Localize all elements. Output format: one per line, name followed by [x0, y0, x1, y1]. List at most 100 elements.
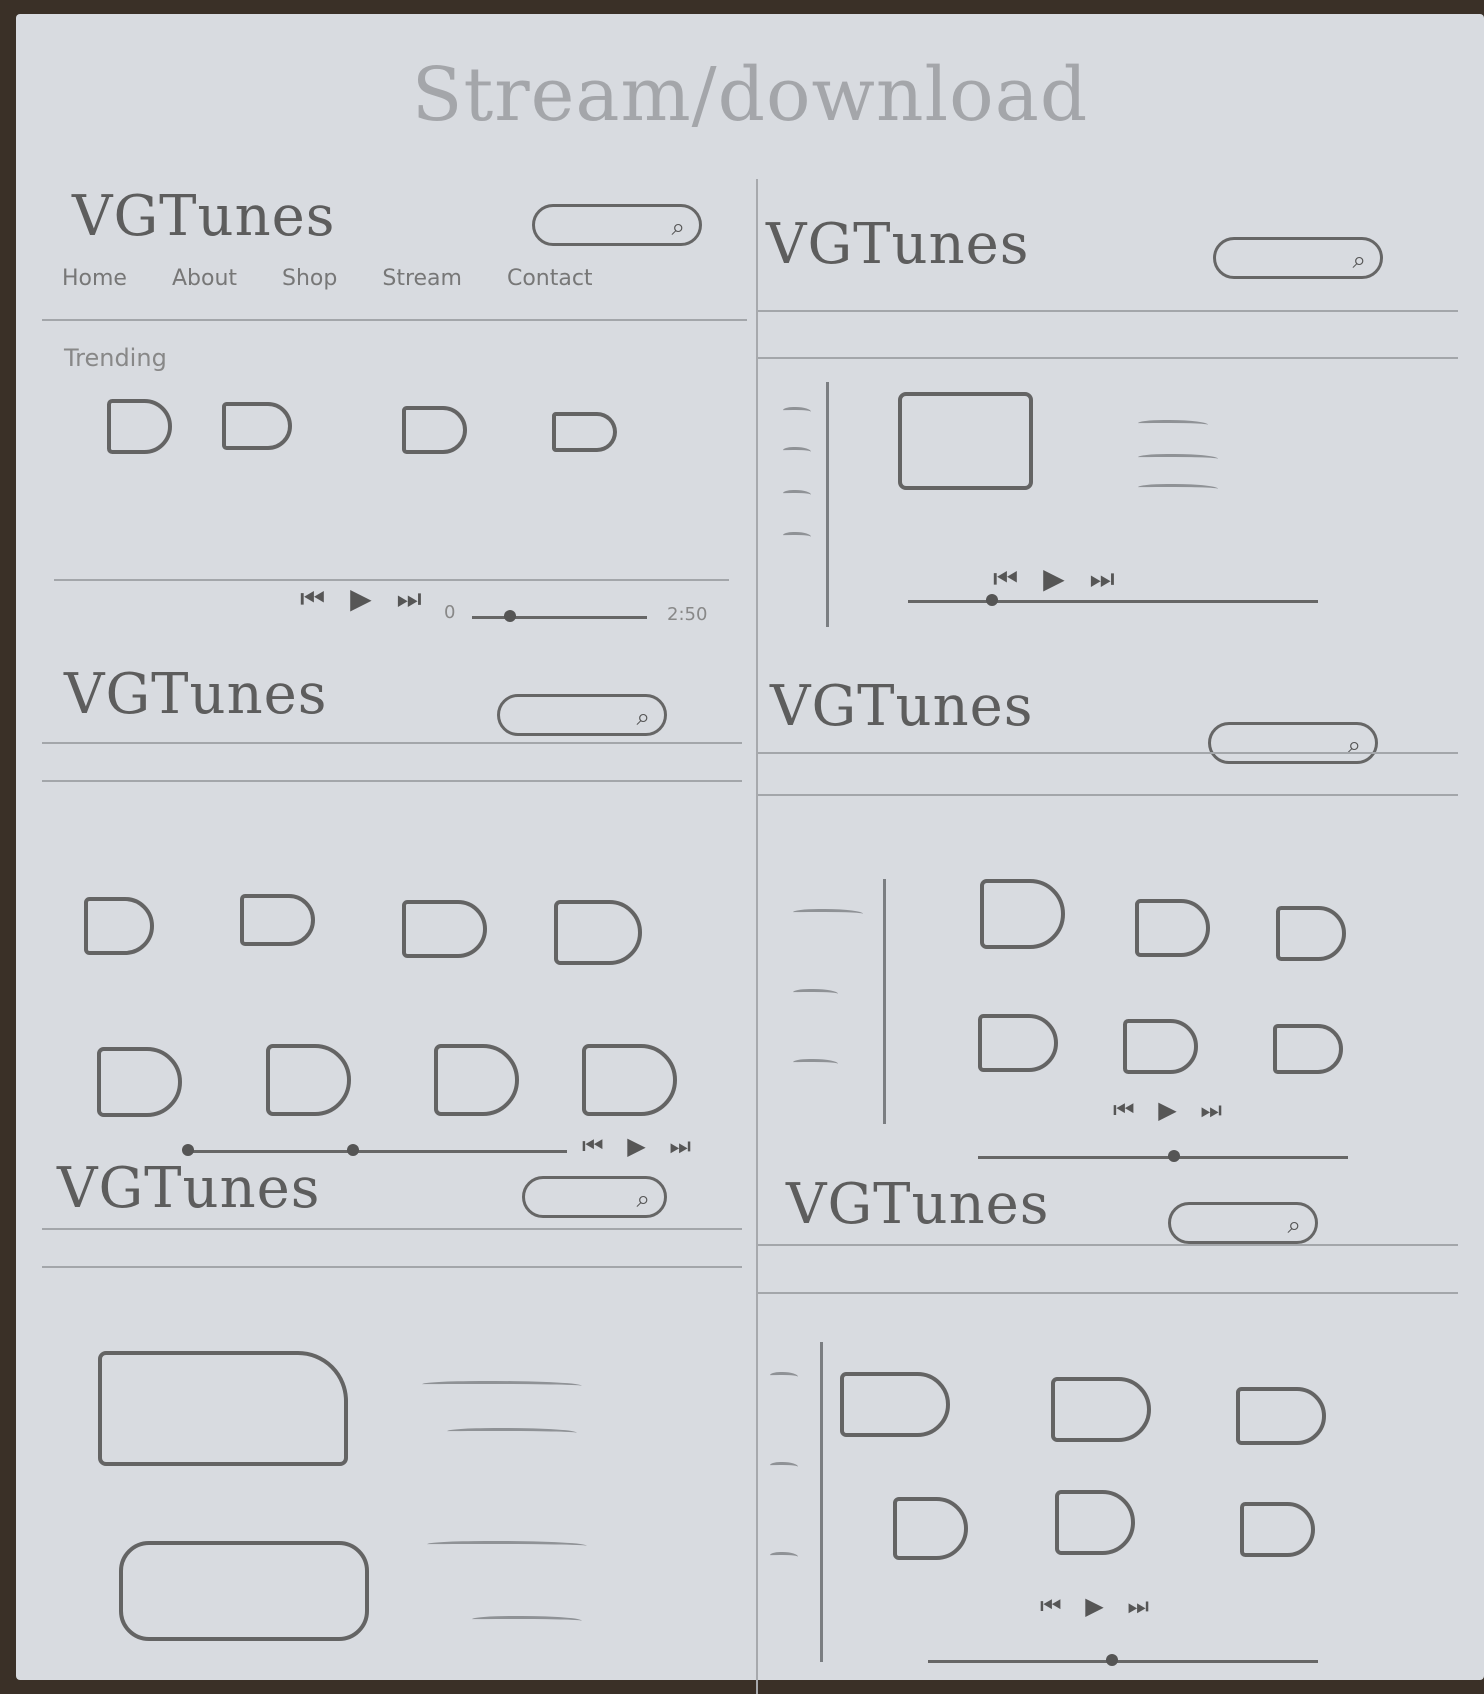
- wireframe-stream-panel: VGTunes ⌕ ⏮ ▶ ⏭: [758, 192, 1458, 647]
- sidebar-item[interactable]: [770, 1462, 798, 1471]
- featured-image: [119, 1541, 369, 1641]
- sidebar-divider: [826, 382, 829, 627]
- header-divider: [758, 310, 1458, 312]
- search-icon: ⌕: [1347, 731, 1361, 759]
- sidebar-divider: [820, 1342, 823, 1662]
- playback-controls[interactable]: ⏮ ▶ ⏭: [1040, 1592, 1157, 1620]
- album-thumb[interactable]: [240, 894, 315, 946]
- seek-track[interactable]: [187, 1150, 567, 1153]
- header-divider: [42, 742, 742, 744]
- seek-handle[interactable]: [1168, 1150, 1180, 1162]
- album-thumb[interactable]: [1276, 906, 1346, 961]
- wireframe-details-panel: VGTunes ⌕: [42, 1156, 752, 1676]
- sidebar-item[interactable]: [783, 490, 811, 499]
- brand-logo: VGTunes: [786, 1172, 1050, 1237]
- main-navigation: Home About Shop Stream Contact: [62, 266, 593, 291]
- album-thumb[interactable]: [554, 900, 642, 965]
- nav-divider: [42, 780, 742, 782]
- album-thumb[interactable]: [980, 879, 1065, 949]
- sidebar-item[interactable]: [770, 1372, 798, 1381]
- album-thumb[interactable]: [1051, 1377, 1151, 1442]
- seek-handle[interactable]: [347, 1144, 359, 1156]
- trending-album-thumb[interactable]: [222, 402, 292, 450]
- wireframe-grid-panel: VGTunes ⌕ ⏮ ▶ ⏭: [758, 1172, 1458, 1682]
- album-thumb[interactable]: [582, 1044, 677, 1116]
- search-input[interactable]: ⌕: [1168, 1202, 1318, 1244]
- track-detail-line: [1138, 454, 1218, 463]
- description-line: [472, 1616, 582, 1625]
- sidebar-item[interactable]: [793, 1059, 838, 1068]
- sketch-paper: Stream/download VGTunes ⌕ Home About Sho…: [16, 14, 1484, 1694]
- nav-divider: [758, 1292, 1458, 1294]
- brand-logo: VGTunes: [72, 184, 336, 249]
- sidebar-item[interactable]: [783, 407, 811, 416]
- nav-divider: [758, 357, 1458, 359]
- trending-album-thumb[interactable]: [402, 406, 467, 454]
- album-thumb[interactable]: [1123, 1019, 1198, 1074]
- nav-about[interactable]: About: [172, 266, 237, 291]
- nav-divider: [42, 319, 747, 321]
- album-thumb[interactable]: [1135, 899, 1210, 957]
- sidebar-item[interactable]: [793, 989, 838, 998]
- playback-controls[interactable]: ⏮ ▶ ⏭: [993, 562, 1123, 596]
- nav-divider: [42, 1266, 742, 1268]
- playback-controls[interactable]: ⏮ ▶ ⏭: [1113, 1096, 1230, 1124]
- sidebar-item[interactable]: [783, 447, 811, 456]
- seek-handle[interactable]: [504, 610, 516, 622]
- album-thumb[interactable]: [978, 1014, 1058, 1072]
- player-divider: [54, 579, 729, 581]
- nav-contact[interactable]: Contact: [507, 266, 593, 291]
- current-time: 0: [444, 602, 456, 623]
- search-input[interactable]: ⌕: [532, 204, 702, 246]
- album-thumb[interactable]: [402, 900, 487, 958]
- album-thumb[interactable]: [434, 1044, 519, 1116]
- featured-image: [98, 1351, 348, 1466]
- search-input[interactable]: ⌕: [497, 694, 667, 736]
- search-input[interactable]: ⌕: [1208, 722, 1378, 764]
- seek-handle[interactable]: [1106, 1654, 1118, 1666]
- wireframe-home-panel: VGTunes ⌕ Home About Shop Stream Contact…: [42, 184, 752, 644]
- sidebar-item[interactable]: [783, 532, 811, 541]
- nav-divider: [758, 794, 1458, 796]
- album-thumb[interactable]: [893, 1497, 968, 1560]
- search-icon: ⌕: [636, 1185, 650, 1213]
- album-thumb[interactable]: [1240, 1502, 1315, 1557]
- wireframe-library-panel: VGTunes ⌕ ⏮ ▶ ⏭: [42, 652, 752, 1160]
- seek-start: [182, 1144, 194, 1156]
- seek-track[interactable]: [472, 616, 647, 619]
- nav-home[interactable]: Home: [62, 266, 127, 291]
- brand-logo: VGTunes: [766, 212, 1030, 277]
- wireframe-browse-panel: VGTunes ⌕ ⏮ ▶ ⏭: [758, 664, 1458, 1164]
- album-thumb[interactable]: [1055, 1490, 1135, 1555]
- nav-stream[interactable]: Stream: [382, 266, 462, 291]
- seek-track[interactable]: [928, 1660, 1318, 1663]
- nav-shop[interactable]: Shop: [282, 266, 337, 291]
- album-thumb[interactable]: [840, 1372, 950, 1437]
- brand-logo: VGTunes: [57, 1156, 321, 1221]
- trending-album-thumb[interactable]: [107, 399, 172, 454]
- search-input[interactable]: ⌕: [1213, 237, 1383, 279]
- description-line: [422, 1381, 582, 1390]
- playback-controls[interactable]: ⏮ ▶ ⏭: [300, 582, 430, 616]
- total-time: 2:50: [667, 604, 708, 625]
- search-icon: ⌕: [636, 703, 650, 731]
- brand-logo: VGTunes: [770, 674, 1034, 739]
- seek-track[interactable]: [978, 1156, 1348, 1159]
- sidebar-item[interactable]: [793, 909, 863, 918]
- album-art: [898, 392, 1033, 490]
- album-thumb[interactable]: [266, 1044, 351, 1116]
- page-title: Stream/download: [411, 52, 1089, 138]
- album-thumb[interactable]: [97, 1047, 182, 1117]
- track-detail-line: [1138, 484, 1218, 493]
- trending-album-thumb[interactable]: [552, 412, 617, 452]
- seek-handle[interactable]: [986, 594, 998, 606]
- album-thumb[interactable]: [1273, 1024, 1343, 1074]
- header-divider: [42, 1228, 742, 1230]
- brand-logo: VGTunes: [64, 662, 328, 727]
- description-line: [427, 1541, 587, 1550]
- seek-track[interactable]: [908, 600, 1318, 603]
- search-input[interactable]: ⌕: [522, 1176, 667, 1218]
- album-thumb[interactable]: [1236, 1387, 1326, 1445]
- sidebar-item[interactable]: [770, 1552, 798, 1561]
- album-thumb[interactable]: [84, 897, 154, 955]
